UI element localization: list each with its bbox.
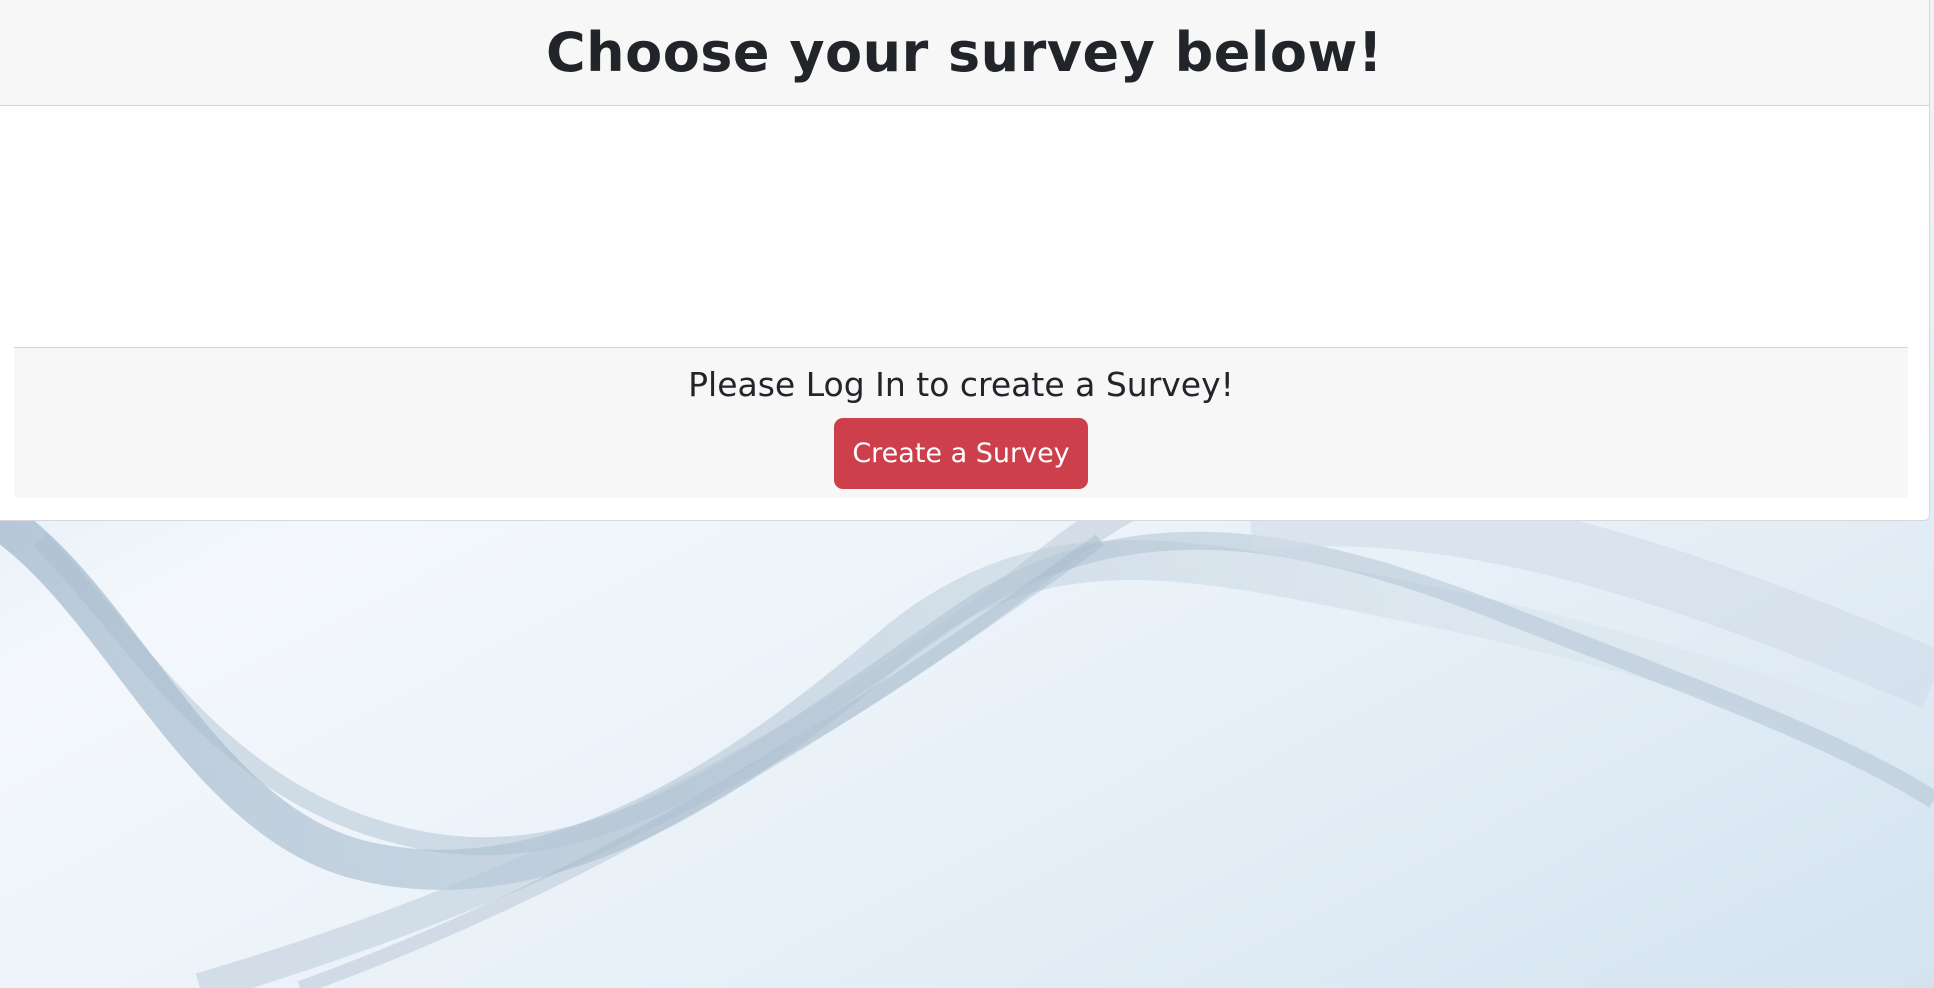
survey-list [14,106,1908,347]
login-prompt: Please Log In to create a Survey! [688,365,1234,404]
login-panel: Please Log In to create a Survey! Create… [14,347,1908,498]
page-title: Choose your survey below! [546,20,1383,84]
survey-card: Choose your survey below! Please Log In … [0,0,1930,521]
card-header: Choose your survey below! [0,0,1929,106]
create-survey-button[interactable]: Create a Survey [834,418,1088,489]
